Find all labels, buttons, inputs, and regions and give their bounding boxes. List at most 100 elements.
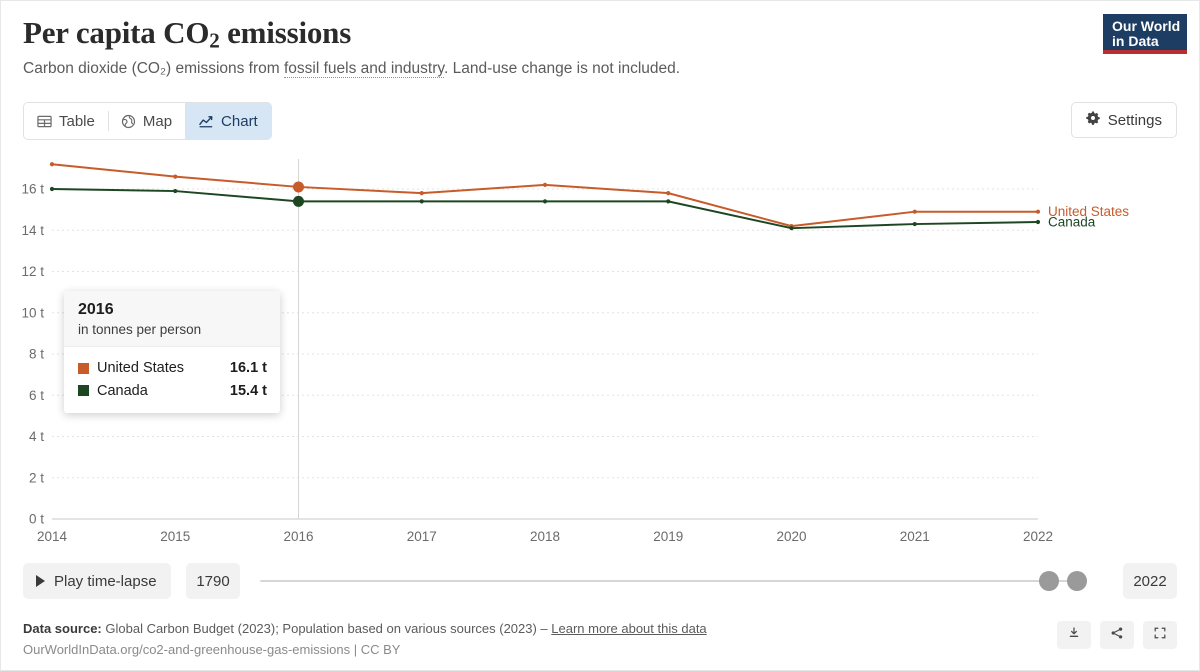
y-axis-labels: 0 t 2 t 4 t 6 t 8 t 10 t 12 t 14 t 16 t — [21, 182, 44, 527]
x-axis-tick-label: 2014 — [37, 529, 68, 544]
tooltip-series-value: 15.4 t — [229, 382, 267, 399]
owid-chart-page: Per capita CO2 emissions Carbon dioxide … — [0, 0, 1200, 671]
timeline-controls: Play time-lapse 1790 2022 — [23, 563, 1177, 599]
y-axis-tick-label: 12 t — [21, 264, 44, 279]
subtitle-text-pre: Carbon dioxide (CO₂) emissions from — [23, 59, 284, 77]
settings-button-label: Settings — [1107, 111, 1162, 129]
series-inline-labels: United StatesCanada — [1048, 204, 1129, 229]
tooltip-row: United States 16.1 t — [78, 357, 267, 379]
series-line — [51, 188, 1039, 230]
timeline-handle-end[interactable] — [1067, 571, 1087, 591]
table-icon — [37, 114, 52, 129]
data-source-label: Data source: — [23, 621, 102, 636]
x-axis-tick-label: 2019 — [653, 529, 683, 544]
series-point — [789, 226, 794, 231]
x-axis-tick-label: 2022 — [1023, 529, 1053, 544]
timeline-start-year[interactable]: 1790 — [186, 563, 240, 599]
footer-action-buttons — [1057, 621, 1177, 649]
tooltip-color-swatch — [78, 385, 89, 397]
attribution-line: OurWorldInData.org/co2-and-greenhouse-ga… — [23, 642, 401, 658]
series-point — [666, 199, 671, 204]
series-point — [173, 188, 178, 194]
y-axis-tick-label: 8 t — [29, 347, 44, 362]
download-icon — [1067, 626, 1081, 645]
tooltip-series-name: Canada — [97, 382, 148, 399]
x-axis-tick-label: 2017 — [407, 529, 437, 544]
view-tabs: Table Map Chart — [23, 102, 272, 140]
owid-logo-line2: in Data — [1112, 32, 1159, 49]
subtitle-text-post: . Land-use change is not included. — [443, 59, 681, 77]
tooltip-body: United States 16.1 t Canada 15.4 t — [64, 347, 280, 413]
x-axis-labels: 2014 2015 2016 2017 2018 2019 2020 2021 2022 — [37, 529, 1053, 544]
series-point — [419, 199, 424, 204]
page-title-subscript: 2 — [209, 28, 220, 53]
x-axis-tick-label: 2021 — [900, 529, 930, 544]
settings-button[interactable]: Settings — [1070, 102, 1177, 138]
play-timelapse-button[interactable]: Play time-lapse — [23, 563, 171, 599]
series-point-highlighted — [293, 181, 304, 193]
series-point — [542, 182, 548, 187]
x-axis-tick-label: 2020 — [776, 529, 806, 544]
series-point — [542, 199, 548, 204]
chart-series-layer — [49, 162, 1041, 231]
tooltip-series-name: United States — [97, 360, 185, 377]
series-point — [419, 191, 424, 196]
tooltip-unit: in tonnes per person — [78, 322, 202, 338]
timeline-end-year[interactable]: 2022 — [1123, 563, 1177, 599]
series-point — [912, 209, 917, 214]
download-button[interactable] — [1057, 621, 1091, 649]
series-label[interactable]: Canada — [1048, 215, 1096, 230]
y-axis-tick-label: 4 t — [29, 429, 44, 444]
tab-map[interactable]: Map — [107, 103, 186, 139]
x-axis-tick-label: 2016 — [283, 529, 313, 544]
chart-controls-row: Table Map Chart Settings — [23, 102, 1177, 140]
page-title-tail: emissions — [219, 15, 352, 50]
globe-icon — [121, 114, 136, 129]
page-title: Per capita CO2 emissions — [23, 15, 1177, 53]
share-icon — [1110, 626, 1124, 645]
timeline-slider-track[interactable] — [260, 571, 1087, 591]
chart-header: Per capita CO2 emissions Carbon dioxide … — [23, 15, 1177, 79]
x-axis-tick-label: 2018 — [530, 529, 560, 544]
tooltip-series-value: 16.1 t — [229, 360, 267, 377]
series-point — [1035, 219, 1041, 225]
data-source-text: Global Carbon Budget (2023); Population … — [105, 621, 552, 636]
tooltip-color-swatch — [78, 362, 89, 374]
series-point — [49, 186, 55, 192]
y-axis-tick-label: 10 t — [21, 305, 44, 320]
tooltip-row: Canada 15.4 t — [78, 380, 267, 402]
gear-icon — [1086, 111, 1100, 129]
series-line — [51, 163, 1039, 228]
share-button[interactable] — [1100, 621, 1134, 649]
tooltip-year: 2016 — [78, 301, 114, 318]
timeline-handle-start[interactable] — [1039, 571, 1059, 591]
line-chart-icon — [198, 114, 214, 129]
tab-map-label: Map — [142, 112, 173, 130]
tab-table-label: Table — [59, 112, 95, 130]
x-axis-tick-label: 2015 — [160, 529, 190, 544]
tab-chart-label: Chart — [221, 112, 258, 130]
chart-tooltip: 2016 in tonnes per person United States 1… — [64, 291, 280, 414]
series-point — [666, 191, 671, 196]
series-point-highlighted — [293, 195, 304, 207]
play-icon — [36, 575, 45, 587]
y-axis-tick-label: 14 t — [21, 223, 44, 238]
tab-chart[interactable]: Chart — [185, 103, 271, 139]
tooltip-header: 2016 in tonnes per person — [64, 291, 280, 348]
series-point — [49, 162, 55, 167]
series-point — [1035, 209, 1041, 214]
page-title-main: Per capita CO — [23, 15, 210, 50]
owid-logo-line1: Our World — [1112, 18, 1181, 34]
owid-logo[interactable]: Our World in Data — [1103, 14, 1187, 54]
tab-table[interactable]: Table — [24, 103, 108, 139]
learn-more-link[interactable]: Learn more about this data — [551, 621, 706, 636]
y-axis-tick-label: 16 t — [21, 182, 44, 197]
data-source-line: Data source: Global Carbon Budget (2023)… — [23, 619, 1177, 639]
expand-icon — [1153, 626, 1167, 645]
glossary-link-fossil-fuels[interactable]: fossil fuels and industry — [284, 59, 444, 78]
chart-footer: Data source: Global Carbon Budget (2023)… — [23, 619, 1177, 660]
y-axis-tick-label: 2 t — [29, 470, 44, 485]
expand-button[interactable] — [1143, 621, 1177, 649]
chart-subtitle: Carbon dioxide (CO₂) emissions from foss… — [23, 59, 1177, 79]
y-axis-tick-label: 0 t — [29, 512, 44, 527]
